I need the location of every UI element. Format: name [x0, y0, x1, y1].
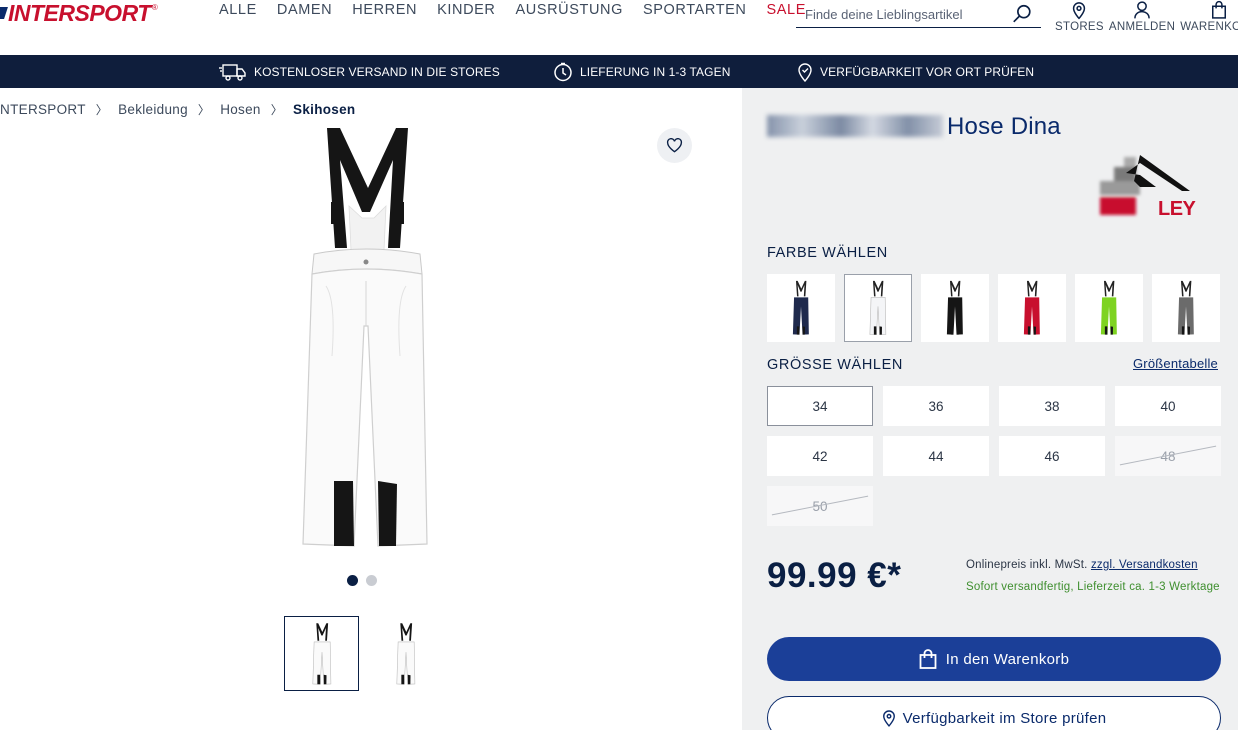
breadcrumb-home[interactable]: INTERSPORT — [0, 102, 86, 117]
shipping-costs-link[interactable]: zzgl. Versandkosten — [1091, 559, 1198, 571]
nav-item-sportarten[interactable]: SPORTARTEN — [643, 1, 747, 19]
service-delivery: LIEFERUNG IN 1-3 TAGEN — [553, 55, 730, 88]
nav-item-ausruestung[interactable]: AUSRÜSTUNG — [515, 1, 623, 19]
gallery-pagination — [347, 575, 377, 586]
size-grid: 34 36 38 40 42 44 46 48 50 — [767, 386, 1221, 526]
nav-item-alle[interactable]: ALLE — [219, 1, 257, 19]
size-option-36[interactable]: 36 — [883, 386, 989, 426]
clock-icon — [554, 62, 572, 81]
size-option-48[interactable]: 48 — [1115, 436, 1221, 476]
size-chart-link[interactable]: Größentabelle — [1133, 356, 1218, 371]
size-option-46[interactable]: 46 — [999, 436, 1105, 476]
breadcrumb-current: Skihosen — [293, 102, 356, 117]
search-input[interactable] — [796, 1, 1001, 27]
blurred-brand-name — [767, 115, 943, 137]
color-swatch-navy[interactable] — [767, 274, 835, 342]
login-label: ANMELDEN — [1108, 21, 1176, 33]
shopping-bag-icon — [1212, 0, 1227, 19]
header-actions: STORES ANMELDEN WARENKORB — [1055, 0, 1238, 33]
service-shipping: KOSTENLOSER VERSAND IN DIE STORES — [219, 55, 500, 88]
product-title-text: Hose Dina — [947, 113, 1061, 140]
chevron-right-icon: 〉 — [270, 103, 284, 117]
thumbnail-image — [396, 622, 415, 685]
color-swatch-image — [869, 280, 887, 336]
gallery-thumbnail-2[interactable] — [368, 616, 443, 691]
color-swatch-red[interactable] — [998, 274, 1066, 342]
gallery-dot-1[interactable] — [347, 575, 358, 586]
color-section-label: FARBE WÄHLEN — [767, 245, 888, 261]
add-to-cart-label: In den Warenkorb — [945, 650, 1070, 668]
service-bar: KOSTENLOSER VERSAND IN DIE STORES LIEFER… — [0, 55, 1238, 88]
location-pin-icon — [882, 710, 895, 727]
heart-icon — [666, 138, 683, 153]
gallery-thumbnail-1[interactable] — [284, 616, 359, 691]
color-swatch-white[interactable] — [844, 274, 912, 342]
price-note: Onlinepreis inkl. MwSt. zzgl. Versandkos… — [966, 559, 1198, 571]
nav-item-herren[interactable]: HERREN — [352, 1, 417, 19]
logo-text: INTERSPORT — [8, 0, 151, 26]
color-swatch-image — [1100, 280, 1117, 335]
service-availability-text: VERFÜGBARKEIT VOR ORT PRÜFEN — [820, 64, 1035, 79]
intersport-logo[interactable]: INTERSPORT ® — [0, 0, 158, 26]
location-pin-icon — [1073, 2, 1086, 20]
service-delivery-text: LIEFERUNG IN 1-3 TAGEN — [580, 64, 731, 79]
cart-label: WARENKORB — [1180, 21, 1238, 33]
wishlist-button[interactable] — [657, 128, 692, 163]
breadcrumb-hosen[interactable]: Hosen — [220, 102, 261, 117]
service-shipping-text: KOSTENLOSER VERSAND IN DIE STORES — [254, 64, 500, 79]
location-pin-icon — [798, 62, 812, 82]
color-swatch-image — [1023, 280, 1040, 335]
main-nav: ALLE DAMEN HERREN KINDER AUSRÜSTUNG SPOR… — [219, 1, 826, 19]
product-main-image[interactable] — [296, 126, 436, 551]
site-header: INTERSPORT ® ALLE DAMEN HERREN KINDER AU… — [0, 0, 1238, 55]
gallery-dot-2[interactable] — [366, 575, 377, 586]
size-option-50[interactable]: 50 — [767, 486, 873, 526]
size-option-40[interactable]: 40 — [1115, 386, 1221, 426]
chevron-right-icon: 〉 — [197, 103, 211, 117]
check-store-label: Verfügbarkeit im Store prüfen — [902, 709, 1107, 727]
stores-link[interactable]: STORES — [1055, 0, 1104, 33]
user-icon — [1134, 1, 1150, 19]
breadcrumb: INTERSPORT 〉 Bekleidung 〉 Hosen 〉 Skihos… — [0, 101, 355, 118]
color-swatch-image — [1177, 280, 1194, 335]
service-availability[interactable]: VERFÜGBARKEIT VOR ORT PRÜFEN — [797, 55, 1034, 88]
color-swatches — [767, 274, 1220, 342]
size-option-38[interactable]: 38 — [999, 386, 1105, 426]
color-swatch-black[interactable] — [921, 274, 989, 342]
product-price: 99.99 €* — [767, 556, 902, 595]
color-swatch-image — [792, 280, 809, 335]
logo-mark-icon — [0, 7, 8, 19]
thumbnail-image — [312, 622, 331, 685]
shopping-bag-icon — [919, 649, 937, 669]
size-section-label: GRÖSSE WÄHLEN — [767, 357, 903, 373]
product-title: Hose Dina — [767, 113, 1061, 141]
cart-link[interactable]: WARENKORB — [1180, 0, 1238, 33]
color-swatch-lime[interactable] — [1075, 274, 1143, 342]
size-option-34[interactable]: 34 — [767, 386, 873, 426]
brand-logo[interactable]: LEY — [1096, 153, 1200, 221]
add-to-cart-button[interactable]: In den Warenkorb — [767, 637, 1221, 681]
delivery-truck-icon — [219, 63, 246, 81]
size-option-42[interactable]: 42 — [767, 436, 873, 476]
color-swatch-grey[interactable] — [1152, 274, 1220, 342]
stores-label: STORES — [1055, 21, 1104, 33]
breadcrumb-bekleidung[interactable]: Bekleidung — [118, 102, 188, 117]
search-bar — [796, 1, 1041, 28]
search-icon[interactable] — [1011, 3, 1033, 25]
login-link[interactable]: ANMELDEN — [1109, 0, 1175, 33]
brand-logo-text: LEY — [1158, 198, 1197, 220]
chevron-right-icon: 〉 — [95, 103, 109, 117]
color-swatch-image — [946, 280, 963, 335]
nav-item-kinder[interactable]: KINDER — [437, 1, 495, 19]
check-store-availability-button[interactable]: Verfügbarkeit im Store prüfen — [767, 696, 1221, 730]
size-option-44[interactable]: 44 — [883, 436, 989, 476]
delivery-info: Sofort versandfertig, Lieferzeit ca. 1-3… — [966, 581, 1220, 593]
price-note-text: Onlinepreis inkl. MwSt. — [966, 559, 1088, 571]
registered-icon: ® — [151, 3, 158, 12]
nav-item-damen[interactable]: DAMEN — [277, 1, 332, 19]
